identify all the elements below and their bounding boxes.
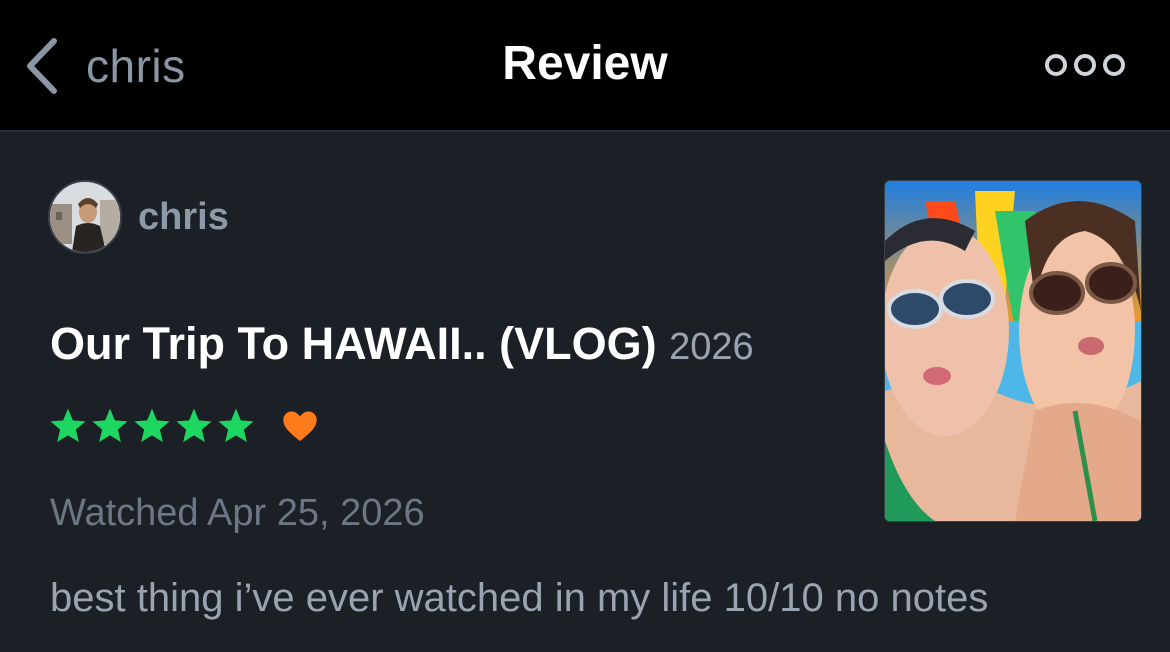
rating-stars xyxy=(48,406,320,446)
star-icon xyxy=(134,408,170,442)
film-year[interactable]: 2026 xyxy=(669,326,754,368)
watched-date: Watched Apr 25, 2026 xyxy=(50,492,425,534)
review-author[interactable]: chris xyxy=(138,196,229,239)
heart-icon xyxy=(283,411,317,441)
review-content: chris Our Trip To HAWAII.. (VLOG) 2026 W… xyxy=(0,132,1170,652)
more-dots-icon xyxy=(1045,54,1125,76)
star-icon xyxy=(176,408,212,442)
top-nav-bar: chris Review xyxy=(0,0,1170,132)
avatar[interactable] xyxy=(48,180,122,254)
star-icon xyxy=(218,408,254,442)
more-button[interactable] xyxy=(1042,50,1128,80)
star-icon xyxy=(92,408,128,442)
film-title[interactable]: Our Trip To HAWAII.. (VLOG) xyxy=(50,318,657,369)
back-label: chris xyxy=(86,40,186,92)
back-button[interactable]: chris xyxy=(24,34,186,98)
film-heading: Our Trip To HAWAII.. (VLOG) 2026 xyxy=(50,318,754,370)
review-body: best thing i’ve ever watched in my life … xyxy=(50,576,989,620)
star-icon xyxy=(50,408,86,442)
chevron-left-icon xyxy=(27,38,57,94)
film-poster[interactable] xyxy=(884,180,1142,522)
